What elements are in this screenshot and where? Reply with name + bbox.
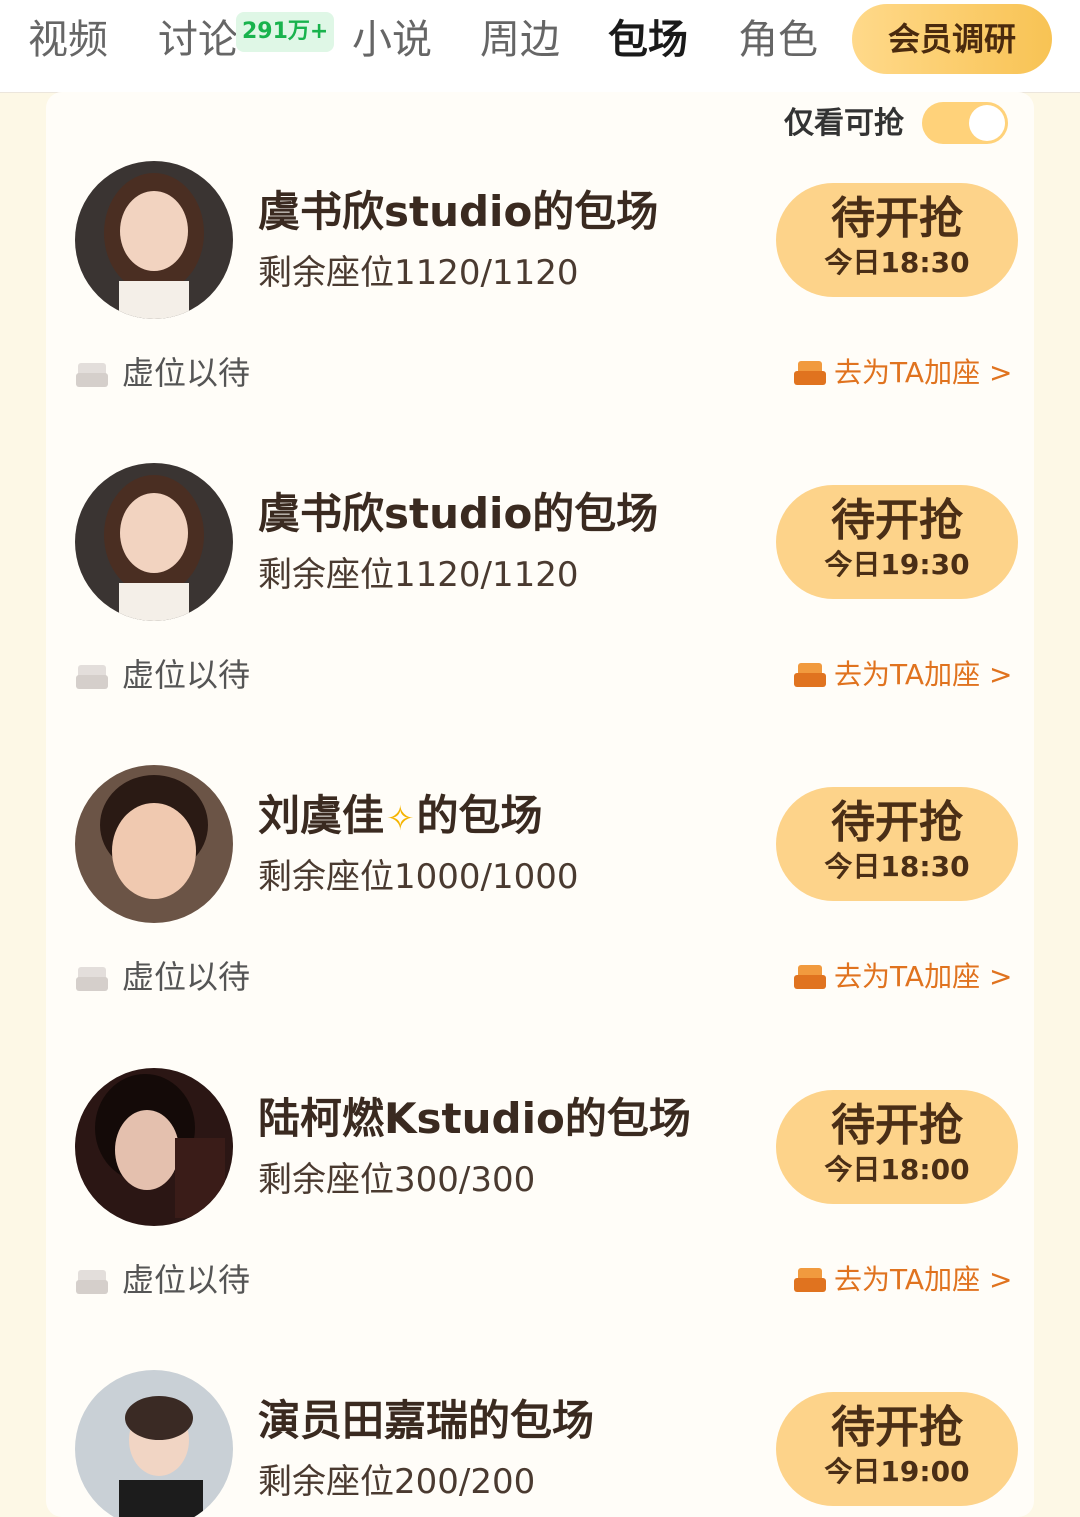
screening-card[interactable]: 刘虞佳✧的包场 剩余座位1000/1000 待开抢 今日18:30 虚位以待 去… [46,765,1034,1067]
seat-icon [76,1270,108,1294]
available-only-toggle[interactable] [922,102,1008,144]
add-seat-label: 去为TA加座 > [834,960,1013,993]
screening-title-name: 刘虞佳 [258,791,385,840]
tab-discuss[interactable]: 讨论 [158,14,238,66]
remaining-seats: 剩余座位300/300 [258,1160,536,1200]
seat-waiting-label: 虚位以待 [122,354,251,392]
grab-button[interactable]: 待开抢 今日19:30 [776,485,1018,599]
grab-time: 今日18:00 [824,1153,970,1186]
seat-icon [76,665,108,689]
screening-card[interactable]: 陆柯燃Kstudio的包场 剩余座位300/300 待开抢 今日18:00 虚位… [46,1068,1034,1370]
grab-status: 待开抢 [831,1402,963,1453]
sparkle-icon: ✧ [386,798,415,839]
tab-screening[interactable]: 包场 [608,14,688,66]
add-seat-link[interactable]: 去为TA加座 > [792,353,1012,393]
grab-time: 今日18:30 [824,850,970,883]
remaining-seats: 剩余座位1120/1120 [258,253,579,293]
seat-waiting-label: 虚位以待 [122,656,251,694]
screening-title-suffix: 的包场 [416,791,543,840]
member-survey-button[interactable]: 会员调研 [852,4,1052,74]
remaining-seats: 剩余座位1120/1120 [258,555,579,595]
grab-button[interactable]: 待开抢 今日19:00 [776,1392,1018,1506]
discuss-count-badge: 291万+ [236,12,335,52]
tab-video[interactable]: 视频 [28,14,108,66]
grab-button[interactable]: 待开抢 今日18:30 [776,787,1018,901]
avatar[interactable] [75,463,233,621]
add-seat-label: 去为TA加座 > [834,1263,1013,1296]
seat-icon [794,361,826,385]
add-seat-link[interactable]: 去为TA加座 > [792,655,1012,695]
seat-icon [794,965,826,989]
seat-waiting: 虚位以待 [74,1258,250,1302]
screening-card[interactable]: 演员田嘉瑞的包场 剩余座位200/200 待开抢 今日19:00 [46,1370,1034,1517]
grab-status: 待开抢 [831,1100,963,1151]
tab-role[interactable]: 角色 [738,14,818,66]
grab-status: 待开抢 [831,495,963,546]
grab-button[interactable]: 待开抢 今日18:30 [776,183,1018,297]
avatar[interactable] [75,765,233,923]
remaining-seats: 剩余座位1000/1000 [258,857,579,897]
screening-card[interactable]: 虞书欣studio的包场 剩余座位1120/1120 待开抢 今日18:30 虚… [46,161,1034,463]
top-tab-bar: 视频 讨论 291万+ 小说 周边 包场 角色 会员调研 [0,0,1080,93]
seat-waiting: 虚位以待 [74,351,250,395]
grab-status: 待开抢 [831,193,963,244]
grab-status: 待开抢 [831,797,963,848]
screening-title: 虞书欣studio的包场 [258,187,659,236]
add-seat-label: 去为TA加座 > [834,658,1013,691]
tab-merch[interactable]: 周边 [480,14,560,66]
screening-title: 虞书欣studio的包场 [258,489,659,538]
add-seat-link[interactable]: 去为TA加座 > [792,957,1012,997]
screening-title: 刘虞佳✧的包场 [258,789,543,846]
toggle-knob [969,105,1005,141]
avatar[interactable] [75,1370,233,1517]
screening-title: 演员田嘉瑞的包场 [258,1396,595,1445]
grab-button[interactable]: 待开抢 今日18:00 [776,1090,1018,1204]
seat-icon [76,967,108,991]
avatar[interactable] [75,1068,233,1226]
remaining-seats: 剩余座位200/200 [258,1462,536,1502]
grab-time: 今日19:30 [824,548,970,581]
seat-icon [794,663,826,687]
avatar[interactable] [75,161,233,319]
tab-novel[interactable]: 小说 [352,14,432,66]
grab-time: 今日18:30 [824,246,970,279]
add-seat-label: 去为TA加座 > [834,356,1013,389]
add-seat-link[interactable]: 去为TA加座 > [792,1260,1012,1300]
screening-card[interactable]: 虞书欣studio的包场 剩余座位1120/1120 待开抢 今日19:30 虚… [46,463,1034,765]
seat-waiting: 虚位以待 [74,955,250,999]
grab-time: 今日19:00 [824,1455,970,1488]
seat-waiting-label: 虚位以待 [122,958,251,996]
seat-icon [76,363,108,387]
seat-waiting: 虚位以待 [74,653,250,697]
seat-icon [794,1268,826,1292]
seat-waiting-label: 虚位以待 [122,1261,251,1299]
screening-title: 陆柯燃Kstudio的包场 [258,1094,691,1143]
filter-label: 仅看可抢 [784,106,904,141]
